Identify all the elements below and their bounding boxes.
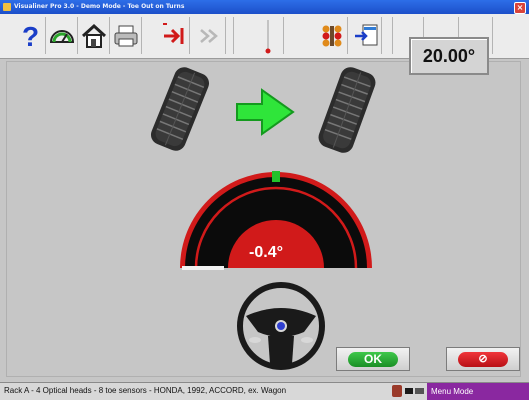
steering-wheel-icon (237, 282, 325, 370)
left-tire-icon (150, 67, 210, 151)
cancel-icon: ⊘ (458, 351, 508, 367)
cancel-button[interactable]: ⊘ (446, 347, 520, 371)
mode-indicator: Menu Mode (427, 383, 529, 400)
status-connection-icon (405, 388, 424, 394)
ok-button[interactable]: OK (336, 347, 410, 371)
status-text: Rack A - 4 Optical heads - 8 toe sensors… (4, 386, 287, 395)
right-arrow-icon (236, 88, 295, 136)
angle-readout: 20.00° (409, 37, 489, 75)
right-tire-icon (318, 67, 376, 153)
ok-label: OK (348, 351, 398, 367)
gauge-center-marker (272, 171, 280, 182)
status-user-icon (392, 385, 402, 397)
status-bar: Rack A - 4 Optical heads - 8 toe sensors… (0, 382, 529, 400)
gauge-value: -0.4° (249, 244, 283, 261)
